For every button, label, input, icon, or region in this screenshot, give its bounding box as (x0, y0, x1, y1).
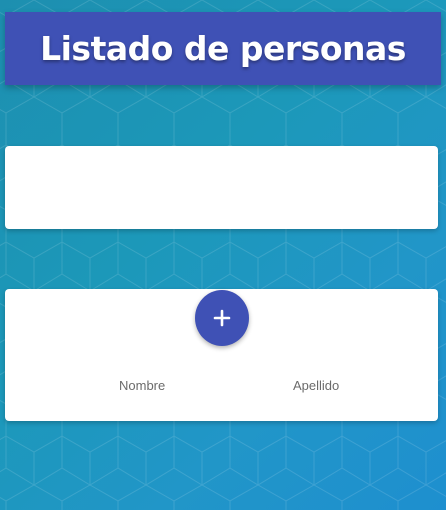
plus-icon (213, 309, 231, 327)
form-card (5, 146, 438, 229)
add-person-button[interactable] (195, 290, 249, 346)
page-header: Listado de personas (5, 12, 441, 85)
column-header-apellido: Apellido (293, 378, 340, 393)
page-title: Listado de personas (40, 29, 406, 68)
column-header-nombre: Nombre (119, 378, 166, 393)
